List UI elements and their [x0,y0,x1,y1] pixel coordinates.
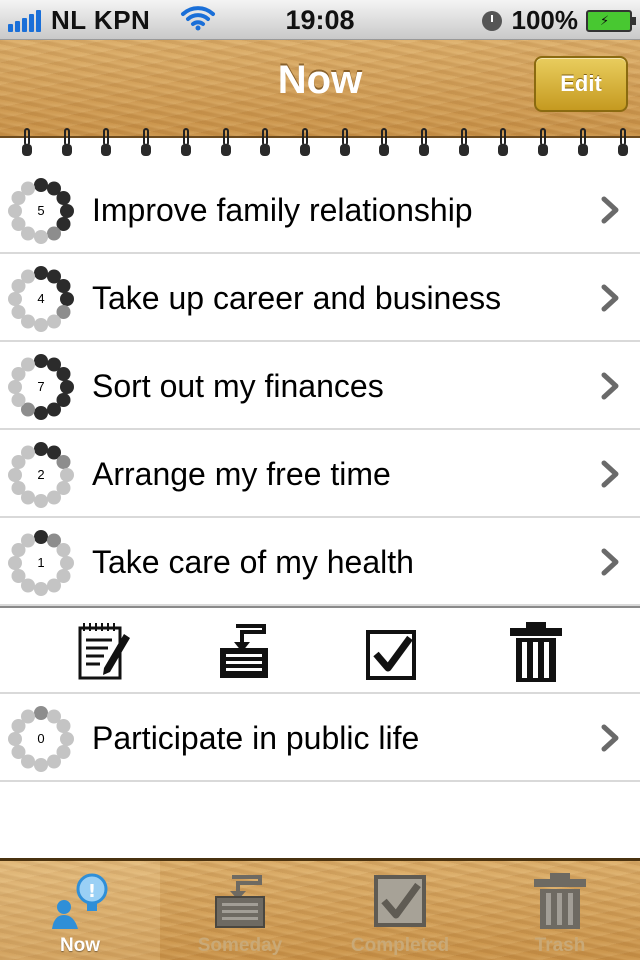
notepad-pen-icon[interactable] [74,620,134,684]
checkbox-icon[interactable] [362,620,422,684]
goal-count: 2 [37,467,45,482]
goal-row[interactable]: 1 Take care of my health [0,518,640,606]
someday-goal-list: 0 Participate in public life [0,694,640,782]
spiral-binding [0,128,640,164]
goal-list: 5 Improve family relationship 4 Take up car… [0,166,640,606]
battery-icon: ⚡ [586,9,636,32]
goal-row[interactable]: 4 Take up career and business [0,254,640,342]
spiral-ring [458,128,469,158]
goal-label: Sort out my finances [92,368,384,404]
spiral-ring [617,128,628,158]
goal-label: Improve family relationship [92,192,473,228]
status-right: 100% ⚡ [481,5,636,36]
chevron-right-icon [598,196,622,224]
alarm-clock-icon [481,10,502,31]
spiral-ring [180,128,191,158]
tab-completed[interactable]: Completed [320,861,480,960]
goal-count: 7 [37,379,45,394]
spiral-ring [22,128,32,158]
tab-label: Trash [534,935,586,956]
spiral-ring [419,128,429,158]
tab-bar: ! Now Someday Completed Trash [0,858,640,960]
goal-row[interactable]: 0 Participate in public life [0,694,640,782]
goal-count: 0 [37,731,45,746]
checkbox-icon [370,871,430,931]
tab-trash[interactable]: Trash [480,861,640,960]
trash-icon [530,871,590,931]
tab-label: Someday [197,935,283,956]
spiral-ring [498,128,509,158]
spiral-ring [299,128,310,158]
inbox-tray-icon [210,871,270,931]
tab-label: Completed [350,935,450,956]
chevron-right-icon [598,460,622,488]
tab-label: Now [59,935,101,956]
spiral-ring [577,128,588,158]
spiral-ring [101,128,112,158]
navigation-bar: Now Edit [0,40,640,138]
chevron-right-icon [598,724,622,752]
battery-percent: 100% [511,5,579,35]
status-bar: NL KPN 19:08 100% ⚡ [0,0,640,40]
spiral-ring [141,128,152,158]
action-toolbar [0,606,640,694]
spiral-ring [379,128,390,158]
goal-row[interactable]: 7 Sort out my finances [0,342,640,430]
chevron-right-icon [598,548,622,576]
spiral-ring [260,128,271,158]
goal-row[interactable]: 5 Improve family relationship [0,166,640,254]
goal-count: 1 [37,555,45,570]
goal-count: 5 [37,203,45,218]
tab-someday[interactable]: Someday [160,861,320,960]
spiral-ring [220,128,231,158]
goal-label: Take up career and business [92,280,502,316]
goal-row[interactable]: 2 Arrange my free time [0,430,640,518]
chevron-right-icon [598,372,622,400]
spiral-ring [538,128,549,158]
trash-icon[interactable] [506,620,566,684]
goal-label: Take care of my health [92,544,414,580]
edit-button[interactable]: Edit [534,56,628,112]
charging-plug-icon: ⚡ [600,12,610,28]
tab-now[interactable]: ! Now [0,861,160,960]
person-bulb-icon: ! [50,871,110,931]
inbox-tray-icon[interactable] [214,620,274,684]
goal-label: Participate in public life [92,720,420,756]
goal-count: 4 [37,291,45,306]
spiral-ring [339,128,350,158]
svg-text:!: ! [88,881,96,902]
spiral-ring [61,128,72,158]
chevron-right-icon [598,284,622,312]
goal-label: Arrange my free time [92,456,391,492]
